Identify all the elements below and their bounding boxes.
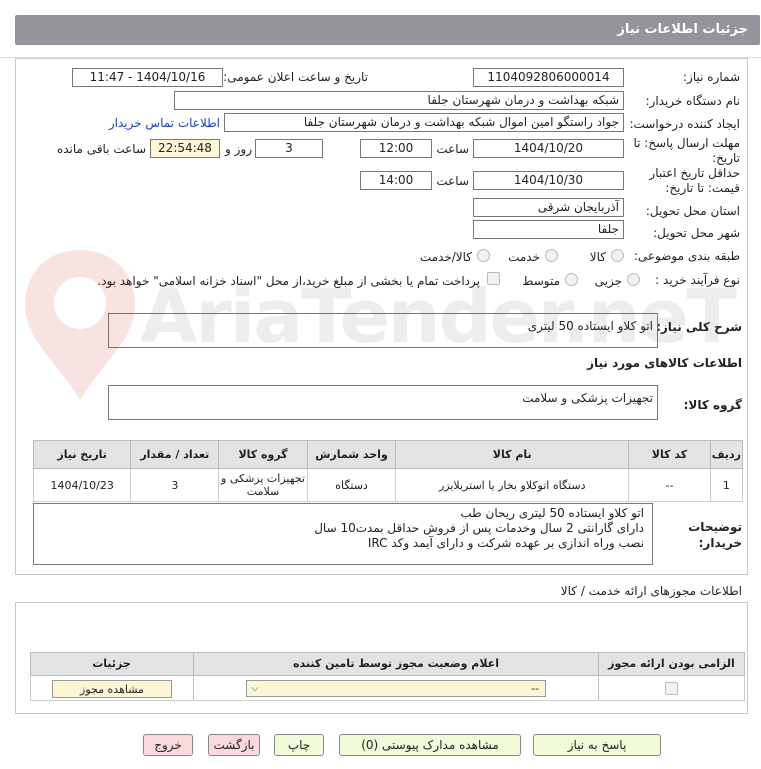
need-number-label: شماره نیاز: bbox=[683, 70, 740, 84]
category-goods-radio[interactable] bbox=[611, 249, 624, 262]
col-name: نام کالا bbox=[395, 440, 630, 469]
province-field: آذربایجان شرقی bbox=[473, 198, 624, 217]
category-goods-service-radio[interactable] bbox=[477, 249, 490, 262]
permit-status-select[interactable]: -- ⌵ bbox=[246, 680, 546, 697]
city-label: شهر محل تحویل: bbox=[653, 226, 740, 240]
cell-code: -- bbox=[628, 468, 711, 502]
cell-need-date: 1404/10/23 bbox=[32, 468, 132, 502]
category-label: طبقه بندی موضوعی: bbox=[633, 249, 740, 263]
print-button[interactable]: چاپ bbox=[274, 734, 324, 756]
cell-group: تجهیزات پزشکی و سلامت bbox=[218, 468, 308, 502]
province-label: استان محل تحویل: bbox=[645, 204, 740, 218]
category-service-label: خدمت bbox=[508, 250, 540, 264]
buyer-notes-label: توضیحات خریدار: bbox=[688, 520, 742, 550]
col-quantity: تعداد / مقدار bbox=[130, 440, 220, 469]
buyer-notes-textarea[interactable]: اتو کلاو ایستاده 50 لیتری ریحان طب دارای… bbox=[33, 503, 653, 565]
category-goods-label: کالا bbox=[589, 250, 606, 264]
chevron-down-icon: ⌵ bbox=[251, 683, 259, 694]
goods-section-title: اطلاعات کالاهای مورد نیاز bbox=[587, 356, 742, 370]
col-need-date: تاریخ نیاز bbox=[32, 440, 132, 469]
reply-deadline-label: مهلت ارسال پاسخ: تا تاریخ: bbox=[633, 136, 740, 165]
goods-table: ردیف کد کالا نام کالا واحد شمارش گروه کا… bbox=[32, 440, 744, 502]
reply-date-field: 1404/10/20 bbox=[473, 139, 624, 158]
table-row: 1 -- دستگاه اتوکلاو بخار یا استریلایزر د… bbox=[32, 468, 744, 502]
reply-to-need-button[interactable]: پاسخ به نیاز bbox=[533, 734, 661, 756]
price-validity-label: حداقل تاریخ اعتبار قیمت: تا تاریخ: bbox=[649, 166, 740, 195]
category-goods-service-label: کالا/خدمت bbox=[419, 250, 472, 264]
cell-quantity: 3 bbox=[130, 468, 220, 502]
back-button[interactable]: بازگشت bbox=[208, 734, 260, 756]
cell-row: 1 bbox=[709, 468, 744, 502]
cell-name: دستگاه اتوکلاو بخار یا استریلایزر bbox=[395, 468, 630, 502]
permits-col-status: اعلام وضعیت مجوز توسط تامین کننده bbox=[293, 657, 499, 670]
validity-date-field: 1404/10/30 bbox=[473, 171, 624, 190]
permits-col-required: الزامی بودن ارائه مجوز bbox=[608, 657, 735, 670]
buyer-notes-line-2: دارای گارانتی 2 سال وخدمات پس از فروش حد… bbox=[314, 521, 644, 535]
requester-field: جواد راستگو امین اموال شبکه بهداشت و درم… bbox=[224, 113, 624, 132]
announce-label: تاریخ و ساعت اعلان عمومی: bbox=[223, 70, 368, 84]
process-medium-label: متوسط bbox=[522, 274, 560, 288]
category-service-radio[interactable] bbox=[545, 249, 558, 262]
days-label: روز و bbox=[225, 142, 252, 156]
buyer-notes-line-1: اتو کلاو ایستاده 50 لیتری ریحان طب bbox=[460, 506, 644, 520]
col-row: ردیف bbox=[709, 440, 744, 469]
announce-datetime-field: 1404/10/16 - 11:47 bbox=[72, 68, 223, 87]
goods-table-header-row: ردیف کد کالا نام کالا واحد شمارش گروه کا… bbox=[32, 440, 744, 469]
remaining-time-label: ساعت باقی مانده bbox=[56, 142, 146, 156]
remaining-time-field: 22:54:48 bbox=[150, 139, 220, 158]
page-header: جزئیات اطلاعات نیاز bbox=[0, 0, 761, 58]
process-minor-label: جزیی bbox=[594, 274, 622, 288]
page-title: جزئیات اطلاعات نیاز bbox=[15, 15, 760, 45]
buyer-notes-line-3: نصب وراه اندازی بر عهده شرکت و دارای آیم… bbox=[367, 536, 644, 550]
permit-status-value: -- bbox=[531, 682, 539, 695]
need-number-field: 1104092806000014 bbox=[473, 68, 624, 87]
view-attachments-button[interactable]: مشاهده مدارک پیوستی (0) bbox=[339, 734, 521, 756]
description-textarea[interactable]: اتو کلاو ایستاده 50 لیتری bbox=[108, 313, 658, 348]
goods-group-label: گروه کالا: bbox=[683, 398, 742, 412]
process-minor-radio[interactable] bbox=[627, 273, 640, 286]
exit-button[interactable]: خروج bbox=[143, 734, 193, 756]
buyer-org-field: شبکه بهداشت و درمان شهرستان جلفا bbox=[174, 91, 624, 110]
buyer-contact-link[interactable]: اطلاعات تماس خریدار bbox=[90, 116, 220, 130]
process-type-label: نوع فرآیند خرید : bbox=[655, 273, 740, 287]
col-group: گروه کالا bbox=[218, 440, 308, 469]
cell-unit: دستگاه bbox=[306, 468, 397, 502]
col-code: کد کالا bbox=[628, 440, 711, 469]
remaining-days-field: 3 bbox=[255, 139, 323, 158]
requester-label: ایجاد کننده درخواست: bbox=[629, 117, 740, 131]
col-unit: واحد شمارش bbox=[306, 440, 397, 469]
validity-time-label: ساعت bbox=[436, 174, 469, 188]
validity-time-field: 14:00 bbox=[360, 171, 432, 190]
permits-col-details: جزئیات bbox=[92, 657, 131, 670]
process-medium-radio[interactable] bbox=[565, 273, 578, 286]
reply-time-field: 12:00 bbox=[360, 139, 432, 158]
buyer-org-label: نام دستگاه خریدار: bbox=[645, 94, 741, 108]
treasury-payment-note: پرداخت تمام یا بخشی از مبلغ خرید،از محل … bbox=[97, 274, 480, 288]
permit-required-checkbox bbox=[665, 682, 678, 695]
description-label: شرح کلی نیاز: bbox=[656, 320, 742, 334]
permits-section-title: اطلاعات مجوزهای ارائه خدمت / کالا bbox=[560, 584, 742, 598]
view-permit-button[interactable]: مشاهده مجوز bbox=[52, 680, 172, 698]
city-field: جلفا bbox=[473, 220, 624, 239]
goods-group-textarea[interactable]: تجهیزات پزشکی و سلامت bbox=[108, 385, 658, 420]
reply-time-label: ساعت bbox=[436, 142, 469, 156]
treasury-payment-checkbox[interactable] bbox=[487, 272, 500, 285]
